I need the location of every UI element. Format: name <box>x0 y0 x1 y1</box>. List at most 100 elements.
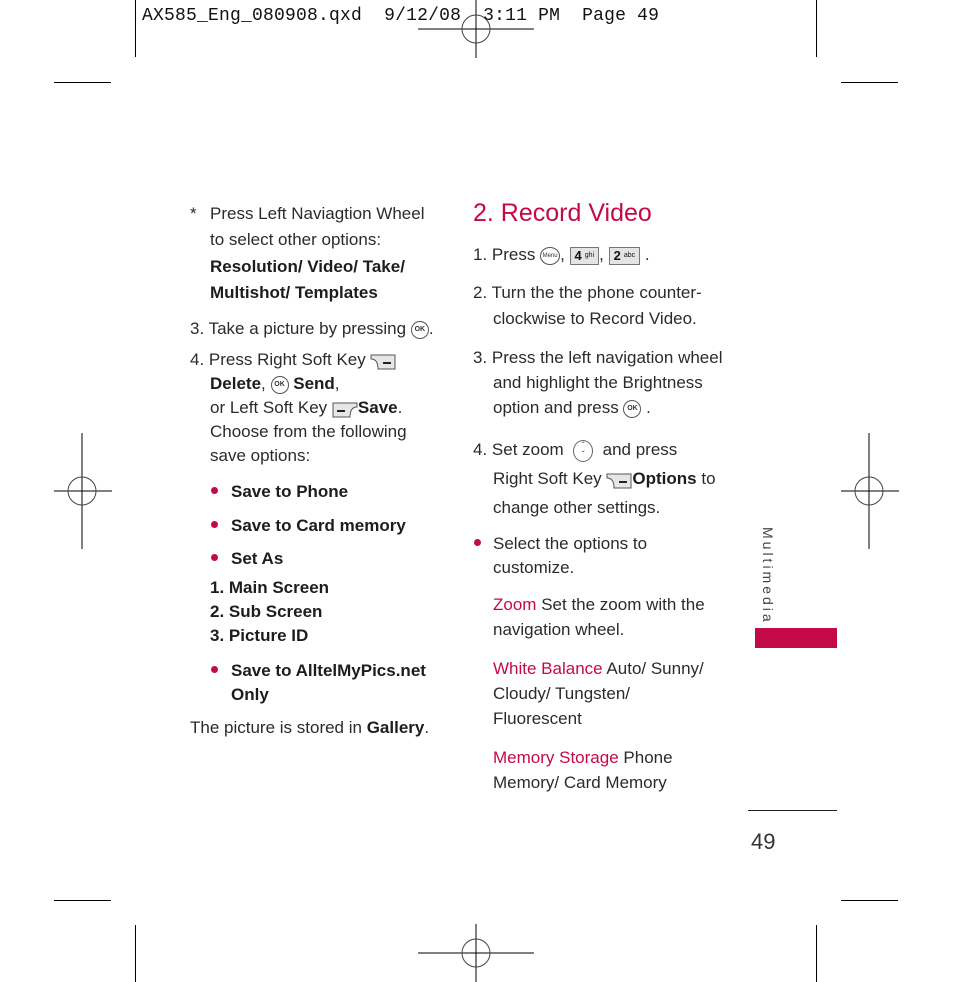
rv-step1-text: 1. Press <box>473 245 536 264</box>
rv-step3-line2: and highlight the Brightness <box>493 373 703 392</box>
period: . <box>428 319 434 338</box>
save-label: Save <box>357 398 398 417</box>
save-option-set-as: Set As <box>231 549 284 568</box>
setting-memory-line2: Memory/ Card Memory <box>493 773 667 792</box>
step4-line-5: save options: <box>210 446 311 465</box>
rv-bullet-line2: customize. <box>493 558 575 577</box>
section-side-label: Multimedia <box>760 527 776 625</box>
set-as-main-screen: 1. Main Screen <box>210 578 330 597</box>
setting-wb-line2: Cloudy/ Tungsten/ <box>493 684 631 703</box>
setting-term-zoom: Zoom <box>493 595 537 614</box>
page-number: 49 <box>751 829 776 854</box>
step4-text: 4. Press Right Soft Key <box>190 350 366 369</box>
rv-step4-text: 4. Set zoom <box>473 440 564 459</box>
rv-step4-line2: Right Soft Key Options to <box>493 467 716 491</box>
key-letters: abc <box>623 251 636 259</box>
options-label: Options <box>632 469 697 488</box>
registration-mark-left <box>54 433 112 549</box>
rv-step3-text: option and press <box>493 398 619 417</box>
navigation-wheel-icon: ˆˇ <box>573 439 594 462</box>
menu-key-icon: Menu <box>540 246 561 265</box>
ok-key-icon: OK <box>410 320 429 339</box>
rv-step3-line3: option and press OK . <box>493 398 651 418</box>
crop-mark <box>816 0 817 57</box>
setting-wb-line3: Fluorescent <box>493 709 582 728</box>
setting-zoom-line2: navigation wheel. <box>493 620 625 639</box>
crop-mark <box>841 900 898 901</box>
crop-mark <box>135 925 136 982</box>
key-letters: ghi <box>584 251 595 259</box>
save-option-phone: Save to Phone <box>231 482 349 501</box>
right-soft-key-text: Right Soft Key <box>493 469 602 488</box>
crop-mark <box>841 82 898 83</box>
set-as-sub-screen: 2. Sub Screen <box>210 602 323 621</box>
rv-step3-line1: 3. Press the left navigation wheel <box>473 348 723 367</box>
stored-text: The picture is stored in <box>190 718 362 737</box>
left-soft-key-icon <box>332 402 358 418</box>
bullet-icon <box>211 554 218 561</box>
slug-page: Page 49 <box>582 6 660 26</box>
step4-line-1: 4. Press Right Soft Key <box>190 348 396 372</box>
step3-text: 3. Take a picture by pressing <box>190 319 407 338</box>
bullet-icon <box>211 521 218 528</box>
setting-memory-line1: Memory Storage Phone <box>493 746 673 770</box>
rv-step4-line3: change other settings. <box>493 498 661 517</box>
step4-line-4: Choose from the following <box>210 422 407 441</box>
ok-key-icon: OK <box>270 375 289 394</box>
right-soft-key-icon <box>606 473 632 489</box>
key-digit: 4 <box>574 247 582 263</box>
period: . <box>424 718 430 737</box>
key-4-icon: 4 ghi <box>569 246 600 265</box>
rv-step4-line1: 4. Set zoom ˆˇ and press <box>473 438 677 462</box>
footer-rule <box>748 810 837 811</box>
key-digit: 2 <box>613 247 621 263</box>
stored-in-gallery: The picture is stored in Gallery. <box>190 716 429 740</box>
ok-key-icon: OK <box>623 399 642 418</box>
note-line-1: Press Left Naviagtion Wheel <box>210 204 425 223</box>
comma: , <box>261 374 266 393</box>
slug-time: 3:11 PM <box>483 6 561 26</box>
rv-bullet-line1: Select the options to <box>493 534 648 553</box>
save-option-alltel-1: Save to AlltelMyPics.net <box>231 661 426 680</box>
save-option-alltel-2: Only <box>231 685 269 704</box>
setting-zoom-line1: Zoom Set the zoom with the <box>493 593 705 617</box>
note-options-2: Multishot/ Templates <box>210 283 378 302</box>
registration-mark-right <box>841 433 899 549</box>
slug-line: AX585_Eng_080908.qxd 9/12/08 3:11 PM Pag… <box>142 6 659 26</box>
key-2-icon: 2 abc <box>608 246 641 265</box>
gallery-label: Gallery <box>366 718 425 737</box>
setting-term-white-balance: White Balance <box>493 659 603 678</box>
rv-step4-suffix: and press <box>602 440 678 459</box>
note-marker: * <box>190 204 197 223</box>
set-as-picture-id: 3. Picture ID <box>210 626 309 645</box>
setting-desc: Auto/ Sunny/ <box>606 659 704 678</box>
bullet-icon <box>211 487 218 494</box>
setting-term-memory-storage: Memory Storage <box>493 748 619 767</box>
note-line-2: to select other options: <box>210 230 382 249</box>
right-soft-key-icon <box>370 354 396 370</box>
slug-date: 9/12/08 <box>384 6 462 26</box>
note-options-1: Resolution/ Video/ Take/ <box>210 257 405 276</box>
to-text: to <box>701 469 716 488</box>
comma: , <box>334 374 340 393</box>
section-tab-marker <box>755 628 837 648</box>
step3-take-picture: 3. Take a picture by pressing OK. <box>190 317 434 341</box>
step4-line-2: Delete, OK Send, <box>210 372 340 396</box>
section-heading: 2. Record Video <box>473 199 652 227</box>
save-option-card: Save to Card memory <box>231 516 406 535</box>
crop-mark <box>54 900 111 901</box>
bullet-icon <box>211 666 218 673</box>
slug-filename: AX585_Eng_080908.qxd <box>142 6 363 26</box>
crop-mark <box>816 925 817 982</box>
bullet-icon <box>474 539 481 546</box>
send-label: Send <box>293 374 335 393</box>
crop-mark <box>54 82 111 83</box>
step4-line-3: or Left Soft Key Save. <box>210 398 403 418</box>
rv-step2-line2: clockwise to Record Video. <box>493 309 697 328</box>
setting-desc: Phone <box>623 748 673 767</box>
rv-step2-line1: 2. Turn the the phone counter- <box>473 283 702 302</box>
rv-step1: 1. Press Menu, 4 ghi, 2 abc . <box>473 245 650 265</box>
setting-desc: Set the zoom with the <box>541 595 705 614</box>
crop-mark <box>135 0 136 57</box>
setting-wb-line1: White Balance Auto/ Sunny/ <box>493 657 704 681</box>
